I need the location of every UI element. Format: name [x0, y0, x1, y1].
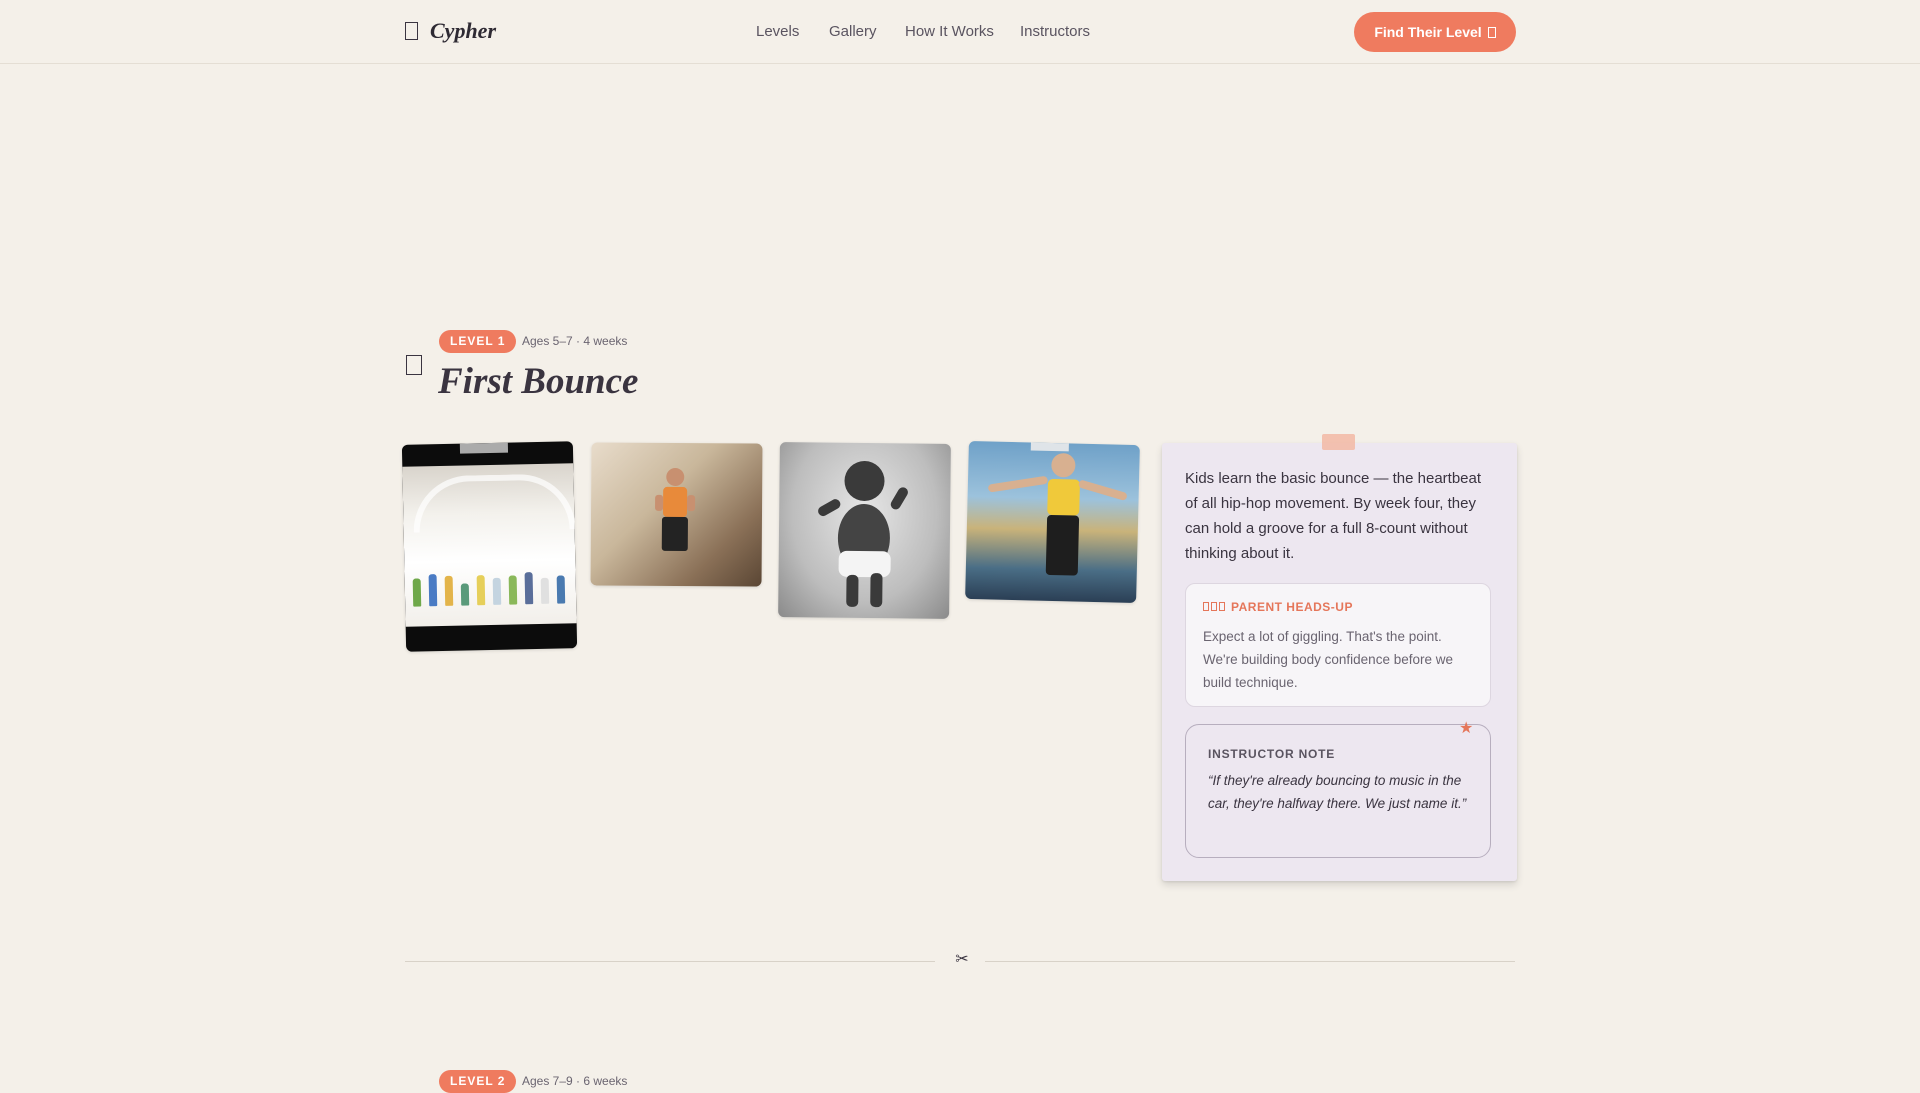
level-meta-2: Ages 7–9 · 6 weeks — [522, 1074, 628, 1088]
instructor-note-title: INSTRUCTOR NOTE — [1208, 747, 1336, 761]
scissors-icon: ✂ — [955, 951, 969, 968]
parent-headsup-title: PARENT HEADS-UP — [1203, 600, 1353, 614]
parent-headsup-label: PARENT HEADS-UP — [1231, 600, 1353, 614]
photo-woman-dancing[interactable] — [965, 440, 1140, 604]
parent-headsup-body: Expect a lot of giggling. That's the poi… — [1203, 629, 1453, 690]
instructor-note-box: INSTRUCTOR NOTE “If they're already boun… — [1185, 724, 1491, 858]
nav-link-gallery[interactable]: Gallery — [829, 23, 877, 40]
photo-kids-line[interactable] — [401, 441, 578, 652]
nav-links: Levels Gallery How It Works Instructors — [0, 23, 1920, 43]
level-description: Kids learn the basic bounce — the heartb… — [1185, 470, 1482, 562]
book-icon — [406, 355, 422, 375]
headsup-icons — [1203, 600, 1227, 614]
photo-child-dancing[interactable] — [590, 442, 763, 587]
divider-line-right — [985, 961, 1515, 962]
divider-line-left — [405, 961, 935, 962]
photo-tape — [1030, 442, 1069, 452]
photo-kids-line-image — [402, 463, 577, 627]
woman-figure — [988, 453, 1127, 576]
kids-figures — [410, 563, 571, 607]
arrow-icon — [1487, 26, 1496, 38]
level-meta: Ages 5–7 · 4 weeks — [522, 334, 628, 348]
note-tape — [1322, 434, 1355, 450]
parent-headsup-box: PARENT HEADS-UP Expect a lot of giggling… — [1185, 583, 1491, 707]
level-title: First Bounce — [438, 361, 639, 402]
photo-baby-dancing[interactable] — [778, 442, 951, 619]
nav-link-how-it-works[interactable]: How It Works — [905, 23, 994, 40]
nav-link-levels[interactable]: Levels — [756, 23, 799, 40]
top-nav: Cypher Levels Gallery How It Works Instr… — [0, 0, 1920, 64]
nav-link-instructors[interactable]: Instructors — [1020, 23, 1090, 40]
star-icon: ★ — [1459, 720, 1474, 737]
child-figure — [655, 467, 696, 552]
baby-figure — [818, 460, 908, 608]
find-their-level-button[interactable]: Find Their Level — [1354, 12, 1516, 52]
photo-tape — [459, 442, 509, 454]
instructor-note-quote: “If they're already bouncing to music in… — [1208, 773, 1467, 811]
level-badge-2: LEVEL 2 — [439, 1070, 517, 1093]
level-badge: LEVEL 1 — [439, 330, 517, 353]
cta-label: Find Their Level — [1374, 24, 1482, 40]
